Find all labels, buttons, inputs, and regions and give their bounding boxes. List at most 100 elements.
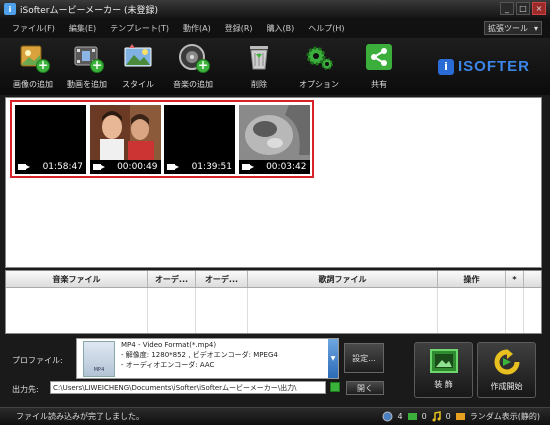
clip-thumbnail [15,105,86,161]
clip-thumbnail [164,105,235,161]
clip-thumbnail [238,105,310,161]
storyboard-area[interactable]: 01:58:47 00:00:49 01:39:51 00:03:42 [5,97,542,268]
title-bar: i iSofterムービーメーカー (未登録) _ □ × [0,0,550,18]
start-create-label: 作成開始 [490,382,523,391]
column-audio-2[interactable]: オーデ... [196,271,248,287]
music-note-icon [432,411,441,422]
image-add-icon: + [18,42,50,73]
image-icon [407,413,417,420]
mp4-icon-text: MP4 [93,367,105,373]
settings-button[interactable]: 設定... [344,343,384,373]
window-controls: _ □ × [500,2,546,15]
status-indicators: 4 0 0 ランダム表示(静的) [382,411,540,422]
open-button[interactable]: 開く [346,381,384,395]
logo-mark: i [438,58,454,75]
style-button[interactable]: スタイル [109,42,167,90]
isofter-logo: i ISOFTER [438,58,530,75]
film-add-icon: + [72,42,104,73]
gear-icon [304,42,334,72]
start-create-button[interactable]: 作成開始 [477,342,536,398]
chevron-down-icon: ▾ [533,23,538,33]
menu-help[interactable]: ヘルプ(H) [301,23,351,34]
menu-edit[interactable]: 編集(E) [62,23,103,34]
refresh-arrow-icon [494,349,519,375]
music-table: 音楽ファイル オーデ... オーデ... 歌詞ファイル 操作 * [5,270,542,334]
clip-strip: 01:58:47 00:00:49 01:39:51 00:03:42 [10,100,314,178]
add-image-button[interactable]: + 画像の追加 [4,42,62,90]
clip-duration: 00:03:42 [266,162,307,172]
extension-tools-dropdown[interactable]: 拡張ツール ▾ [484,21,542,35]
profile-selector[interactable]: MP4 MP4 - Video Format(*.mp4) - 解像度: 128… [76,338,339,379]
picture-frame-icon [429,349,458,373]
column-music-file[interactable]: 音楽ファイル [6,271,148,287]
output-path-field[interactable]: C:\Users\LIWEICHENG\Documents\iSofter\iS… [50,381,326,394]
menu-action[interactable]: 動作(A) [176,23,218,34]
style-label: スタイル [122,80,154,89]
menu-bar: ファイル(F) 編集(E) テンプレート(T) 動作(A) 登録(R) 購入(B… [0,18,550,38]
menu-template[interactable]: テンプレート(T) [103,23,176,34]
delete-button[interactable]: 削除 [230,42,288,90]
options-button[interactable]: オプション [290,42,348,90]
menu-buy[interactable]: 購入(B) [260,23,302,34]
share-label: 共有 [371,80,387,89]
output-label: 出力先: [12,385,39,394]
app-icon: i [4,3,16,15]
music-table-header: 音楽ファイル オーデ... オーデ... 歌詞ファイル 操作 * [6,271,541,288]
clip-meta: 01:39:51 [164,160,235,174]
random-display-mode[interactable]: ランダム表示(静的) [470,411,540,422]
status-message: ファイル読み込みが完了しました。 [16,412,144,421]
clip-duration: 01:58:47 [42,162,83,172]
picture-style-icon [123,42,153,72]
chevron-down-icon: ▼ [330,355,336,362]
profile-audio: - オーディオエンコーダ: AAC [121,361,215,369]
clip-meta: 00:00:49 [89,160,161,174]
video-clip[interactable]: 00:03:42 [238,105,310,174]
status-bar: ファイル読み込みが完了しました。 4 0 0 ランダム表示(静的) [0,407,550,425]
add-music-button[interactable]: + 音楽の追加 [164,42,222,90]
column-lyrics-file[interactable]: 歌詞ファイル [248,271,438,287]
image-count: 0 [421,412,427,421]
video-clip[interactable]: 00:00:49 [89,105,161,174]
music-count: 0 [445,412,451,421]
random-display-icon [455,413,465,420]
speaker-add-icon: + [178,42,210,73]
profile-resolution: - 解像度: 1280*852 , ビデオエンコーダ: MPEG4 [121,351,278,359]
share-button[interactable]: 共有 [350,42,408,90]
globe-icon [382,411,393,422]
clip-duration: 00:00:49 [117,162,158,172]
video-clip[interactable]: 01:39:51 [164,105,235,174]
add-music-label: 音楽の追加 [173,80,213,89]
mp4-file-icon: MP4 [83,341,115,377]
profile-info: MP4 - Video Format(*.mp4) - 解像度: 1280*85… [121,339,278,378]
trash-icon [244,42,274,72]
video-clip[interactable]: 01:58:47 [15,105,86,174]
clip-meta: 00:03:42 [238,160,310,174]
add-image-label: 画像の追加 [13,80,53,89]
add-video-button[interactable]: + 動画を追加 [58,42,116,90]
column-audio-1[interactable]: オーデ... [148,271,196,287]
column-operation[interactable]: 操作 [438,271,506,287]
video-camera-icon [18,163,30,171]
music-table-body [6,288,541,333]
add-video-label: 動画を追加 [67,80,107,89]
extension-tools-label: 拡張ツール [488,23,528,33]
maximize-button[interactable]: □ [516,2,530,15]
output-folder-icon[interactable] [330,382,340,392]
options-label: オプション [299,80,339,89]
delete-label: 削除 [251,80,267,89]
clip-duration: 01:39:51 [191,162,232,172]
minimize-button[interactable]: _ [500,2,514,15]
profile-label: プロファイル: [12,356,63,365]
column-star[interactable]: * [506,271,524,287]
menu-register[interactable]: 登録(R) [218,23,260,34]
decorate-button[interactable]: 装 飾 [414,342,473,398]
clip-meta: 01:58:47 [15,160,86,174]
menu-file[interactable]: ファイル(F) [0,23,62,34]
video-camera-icon [92,163,105,171]
clip-thumbnail [89,105,161,161]
profile-dropdown-toggle[interactable]: ▼ [328,339,338,378]
video-camera-icon [167,163,179,171]
clip-count: 4 [397,412,403,421]
close-button[interactable]: × [532,2,546,15]
logo-text: ISOFTER [458,58,531,75]
